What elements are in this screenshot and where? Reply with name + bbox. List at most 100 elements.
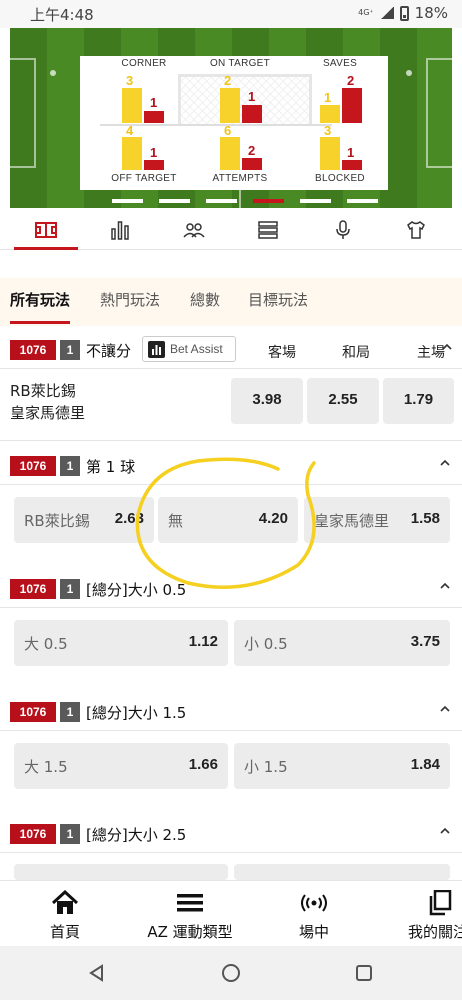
nav-sports-label: AZ 運動類型: [147, 923, 233, 941]
tab-stats[interactable]: [100, 216, 140, 244]
stat-away-value: 2: [347, 73, 355, 88]
tab-all-markets[interactable]: 所有玩法: [10, 289, 71, 324]
column-draw: 和局: [342, 345, 370, 361]
pager-dot[interactable]: [159, 199, 190, 203]
pager-dot[interactable]: [300, 199, 331, 203]
odds-value: 2.55: [328, 391, 358, 408]
stat-label: OFF TARGET: [111, 173, 177, 184]
documents-icon: [429, 890, 452, 916]
odds-value: 1.66: [188, 756, 218, 773]
market-header[interactable]: 1076 1 不讓分 Bet Assist 客場 和局 主場: [0, 334, 462, 366]
market-count-badge: 1: [60, 702, 80, 722]
pager-dot[interactable]: [347, 199, 378, 203]
match-teams: RB萊比錫 皇家馬德里: [10, 380, 85, 424]
nav-my-favorites[interactable]: 我的關注: [404, 889, 462, 942]
odds-button-first-goal-home[interactable]: 皇家馬德里 1.58: [304, 497, 450, 543]
odds-button-first-goal-away[interactable]: RB萊比錫 2.63: [14, 497, 154, 543]
bottom-navigation: 首頁 AZ 運動類型 場中 我的關注: [0, 880, 462, 946]
odds-value: 1.84: [410, 756, 440, 773]
list-icon: [258, 221, 278, 239]
pitch-icon: [35, 222, 57, 238]
live-broadcast-icon: [301, 894, 327, 912]
pager-dot[interactable]: [206, 199, 237, 203]
chevron-up-icon[interactable]: [440, 581, 450, 591]
stat-away-bar: [342, 160, 362, 170]
chevron-up-icon[interactable]: [442, 342, 452, 352]
stat-label: ON TARGET: [209, 58, 271, 69]
stat-away-bar: [342, 88, 362, 123]
stat-label: BLOCKED: [315, 173, 365, 184]
nav-live[interactable]: 場中: [289, 889, 339, 942]
market-header[interactable]: 1076 1 [總分]大小 2.5: [0, 818, 462, 850]
odds-button-draw[interactable]: 2.55: [307, 378, 379, 424]
market-tabs: 所有玩法 熱門玩法 總數 目標玩法: [0, 278, 462, 326]
lineup-icon: [183, 223, 205, 238]
status-time: 上午4:48: [30, 6, 94, 24]
tab-lineup[interactable]: [174, 216, 214, 244]
microphone-icon: [336, 220, 350, 239]
market-id-badge: 1076: [10, 340, 56, 360]
column-away: 客場: [268, 345, 296, 361]
market-header[interactable]: 1076 1 [總分]大小 1.5: [0, 696, 462, 728]
back-icon[interactable]: [88, 964, 106, 982]
tab-list[interactable]: [248, 216, 288, 244]
pager-dot[interactable]: [112, 199, 143, 203]
odds-label: 小 0.5: [244, 635, 288, 653]
odds-button-home[interactable]: 1.79: [383, 378, 454, 424]
stat-away-value: 1: [150, 145, 158, 160]
market-id-badge: 1076: [10, 824, 56, 844]
tab-jersey[interactable]: [396, 216, 436, 244]
stat-label: CORNER: [121, 58, 167, 69]
stat-away-bar: [144, 111, 164, 123]
odds-button-away[interactable]: 3.98: [231, 378, 303, 424]
recent-apps-icon[interactable]: [356, 965, 372, 981]
odds-button-over[interactable]: 大 1.5 1.66: [14, 743, 228, 789]
stat-saves: SAVES 1 2: [290, 56, 390, 123]
chevron-up-icon[interactable]: [440, 704, 450, 714]
bet-assist-button[interactable]: Bet Assist: [142, 336, 236, 362]
odds-button-first-goal-none[interactable]: 無 4.20: [158, 497, 298, 543]
tab-totals[interactable]: 總數: [190, 289, 220, 310]
market-count-badge: 1: [60, 340, 80, 360]
odds-value: 1.58: [410, 510, 440, 527]
pager-dot-active[interactable]: [253, 199, 284, 203]
stat-home-value: 3: [126, 73, 134, 88]
market-header[interactable]: 1076 1 第 1 球: [0, 450, 462, 482]
nav-sports[interactable]: AZ 運動類型: [140, 889, 240, 942]
stat-home-bar: [320, 105, 340, 123]
stat-home-bar: [220, 137, 240, 170]
odds-button-under[interactable]: 小 1.5 1.84: [234, 743, 450, 789]
tab-commentary[interactable]: [323, 216, 363, 244]
signal-icon: [379, 7, 394, 19]
market-id-badge: 1076: [10, 702, 56, 722]
market-count-badge: 1: [60, 824, 80, 844]
market-header[interactable]: 1076 1 [總分]大小 0.5: [0, 573, 462, 605]
odds-button-over[interactable]: [14, 864, 228, 880]
chevron-up-icon[interactable]: [440, 458, 450, 468]
network-indicator: 4G⁺: [358, 8, 374, 17]
stats-pager[interactable]: [112, 199, 378, 203]
odds-button-under[interactable]: 小 0.5 3.75: [234, 620, 450, 666]
odds-label: 大 1.5: [24, 758, 68, 776]
column-home: 主場: [417, 345, 445, 361]
home-circle-icon[interactable]: [221, 963, 241, 983]
odds-button-under[interactable]: [234, 864, 450, 880]
tab-popular-markets[interactable]: 熱門玩法: [100, 289, 160, 310]
stat-home-value: 4: [126, 123, 134, 138]
stat-away-value: 1: [248, 89, 256, 104]
system-navigation-bar: [0, 946, 462, 1000]
tab-goal-markets[interactable]: 目標玩法: [248, 289, 308, 310]
tab-pitch[interactable]: [14, 216, 78, 250]
market-id-badge: 1076: [10, 579, 56, 599]
stat-home-value: 2: [224, 73, 232, 88]
chevron-up-icon[interactable]: [440, 826, 450, 836]
stat-label: SAVES: [322, 58, 358, 69]
nav-home[interactable]: 首頁: [40, 889, 90, 942]
stat-away-bar: [242, 105, 262, 123]
odds-button-over[interactable]: 大 0.5 1.12: [14, 620, 228, 666]
battery-level: 18%: [414, 4, 448, 22]
market-count-badge: 1: [60, 456, 80, 476]
status-bar: 上午4:48 4G⁺ 18%: [0, 0, 462, 28]
nav-my-favorites-label: 我的關注: [408, 923, 462, 941]
stat-away-value: 1: [347, 145, 355, 160]
